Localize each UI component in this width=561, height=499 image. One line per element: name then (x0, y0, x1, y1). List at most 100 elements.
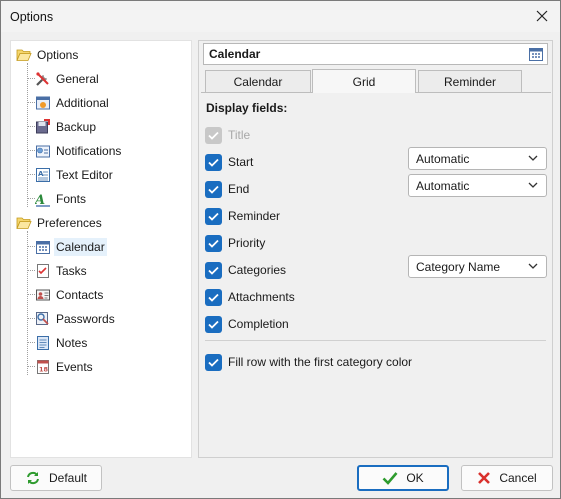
svg-text:A: A (35, 193, 45, 207)
tree-item-notes[interactable]: Notes (35, 332, 87, 354)
svg-text:A: A (38, 170, 44, 178)
tree-item-label: Contacts (56, 288, 104, 302)
field-reminder-checkbox[interactable]: Reminder (205, 207, 280, 225)
dropdown-value: Automatic (416, 178, 470, 193)
checkbox-checked-icon (205, 288, 222, 306)
field-priority-checkbox[interactable]: Priority (205, 234, 265, 252)
field-label: Reminder (228, 209, 281, 223)
tree-item-backup[interactable]: Backup (35, 116, 96, 138)
tree-item-passwords[interactable]: Passwords (35, 308, 115, 330)
tree-item-label: Calendar (54, 238, 107, 256)
tree-item-general[interactable]: General (35, 68, 99, 90)
checkbox-checked-icon (205, 180, 222, 198)
checkbox-checked-icon (205, 207, 222, 225)
tree-item-label: Notifications (56, 144, 122, 158)
categories-format-dropdown[interactable]: Category Name (408, 255, 547, 278)
tab-reminder[interactable]: Reminder (418, 70, 522, 92)
checkbox-checked-icon (205, 353, 222, 371)
options-tree: Options General Additional Backup Notifi… (10, 40, 192, 458)
checkbox-checked-icon (205, 126, 222, 144)
tree-group-label: Preferences (37, 216, 102, 230)
notes-icon (37, 336, 49, 350)
tasks-icon (37, 264, 49, 278)
field-categories-checkbox[interactable]: Categories (205, 261, 286, 279)
tree-item-contacts[interactable]: Contacts (35, 284, 103, 306)
calendar-icon (529, 48, 543, 61)
field-attachments-checkbox[interactable]: Attachments (205, 288, 295, 306)
tree-item-fonts[interactable]: A Fonts (35, 188, 86, 210)
tree-item-label: Tasks (56, 264, 87, 278)
field-completion-checkbox[interactable]: Completion (205, 315, 289, 333)
tab-calendar[interactable]: Calendar (205, 70, 311, 92)
close-button[interactable] (530, 5, 554, 27)
tab-label: Grid (352, 74, 376, 89)
folder-open-icon (16, 217, 32, 229)
fill-row-label: Fill row with the first category color (228, 355, 413, 369)
checkbox-checked-icon (205, 315, 222, 333)
checkmark-icon (382, 472, 398, 485)
tree-item-label: Notes (56, 336, 88, 350)
checkbox-checked-icon (205, 261, 222, 279)
dropdown-value: Category Name (416, 259, 501, 274)
field-label: Start (228, 155, 254, 169)
chevron-down-icon (528, 182, 538, 188)
fill-row-checkbox[interactable]: Fill row with the first category color (205, 353, 412, 371)
ok-button[interactable]: OK (357, 465, 449, 491)
checkbox-checked-icon (205, 153, 222, 171)
tree-item-events[interactable]: 18 Events (35, 356, 93, 378)
tab-grid[interactable]: Grid (312, 69, 416, 93)
options-dialog: Options Options General Additional Backu… (0, 0, 561, 499)
tree-item-label: Backup (56, 120, 97, 134)
field-label: Priority (228, 236, 266, 250)
tree-group-label: Options (37, 48, 79, 62)
events-icon: 18 (37, 360, 49, 374)
folder-open-icon (16, 49, 32, 61)
divider (205, 340, 546, 341)
tree-item-notifications[interactable]: Notifications (35, 140, 121, 162)
cancel-button-label: Cancel (499, 471, 537, 485)
field-end-checkbox[interactable]: End (205, 180, 249, 198)
field-label: End (228, 182, 250, 196)
tab-label: Reminder (443, 74, 497, 89)
chevron-down-icon (528, 263, 538, 269)
checkbox-checked-icon (205, 234, 222, 252)
tree-item-label: Passwords (56, 312, 115, 326)
tree-item-label: Events (56, 360, 93, 374)
tree-item-additional[interactable]: Additional (35, 92, 109, 114)
tree-item-text-editor[interactable]: A Text Editor (35, 164, 113, 186)
field-start-checkbox[interactable]: Start (205, 153, 253, 171)
passwords-icon (36, 312, 49, 325)
refresh-icon (27, 471, 39, 485)
additional-icon (36, 96, 50, 110)
field-title-checkbox[interactable]: Title (205, 126, 250, 144)
default-button[interactable]: Default (10, 465, 102, 491)
cancel-button[interactable]: Cancel (461, 465, 553, 491)
tree-group-preferences[interactable]: Preferences (16, 212, 102, 234)
field-label: Attachments (228, 290, 295, 304)
tree-item-tasks[interactable]: Tasks (35, 260, 87, 282)
start-format-dropdown[interactable]: Automatic (408, 147, 547, 170)
tree-item-label: Fonts (56, 192, 87, 206)
tools-icon (36, 72, 49, 86)
tree-item-calendar[interactable]: Calendar (35, 236, 107, 258)
end-format-dropdown[interactable]: Automatic (408, 174, 547, 197)
fonts-icon: A (35, 193, 50, 207)
tree-item-label: Additional (56, 96, 109, 110)
tree-item-label: General (56, 72, 99, 86)
field-label: Completion (228, 317, 289, 331)
field-label: Title (228, 128, 251, 142)
text-editor-icon: A (36, 168, 50, 182)
contacts-icon (36, 289, 50, 301)
calendar-icon (36, 241, 50, 254)
cancel-x-icon (478, 472, 491, 484)
tree-group-options[interactable]: Options (16, 44, 78, 66)
panel-header: Calendar (203, 43, 548, 65)
tab-label: Calendar (233, 74, 283, 89)
field-label: Categories (228, 263, 287, 277)
ok-button-label: OK (406, 471, 424, 485)
dropdown-value: Automatic (416, 151, 470, 166)
svg-text:18: 18 (39, 366, 49, 374)
backup-icon (36, 119, 50, 134)
close-icon (536, 10, 548, 22)
notifications-icon (36, 145, 50, 158)
